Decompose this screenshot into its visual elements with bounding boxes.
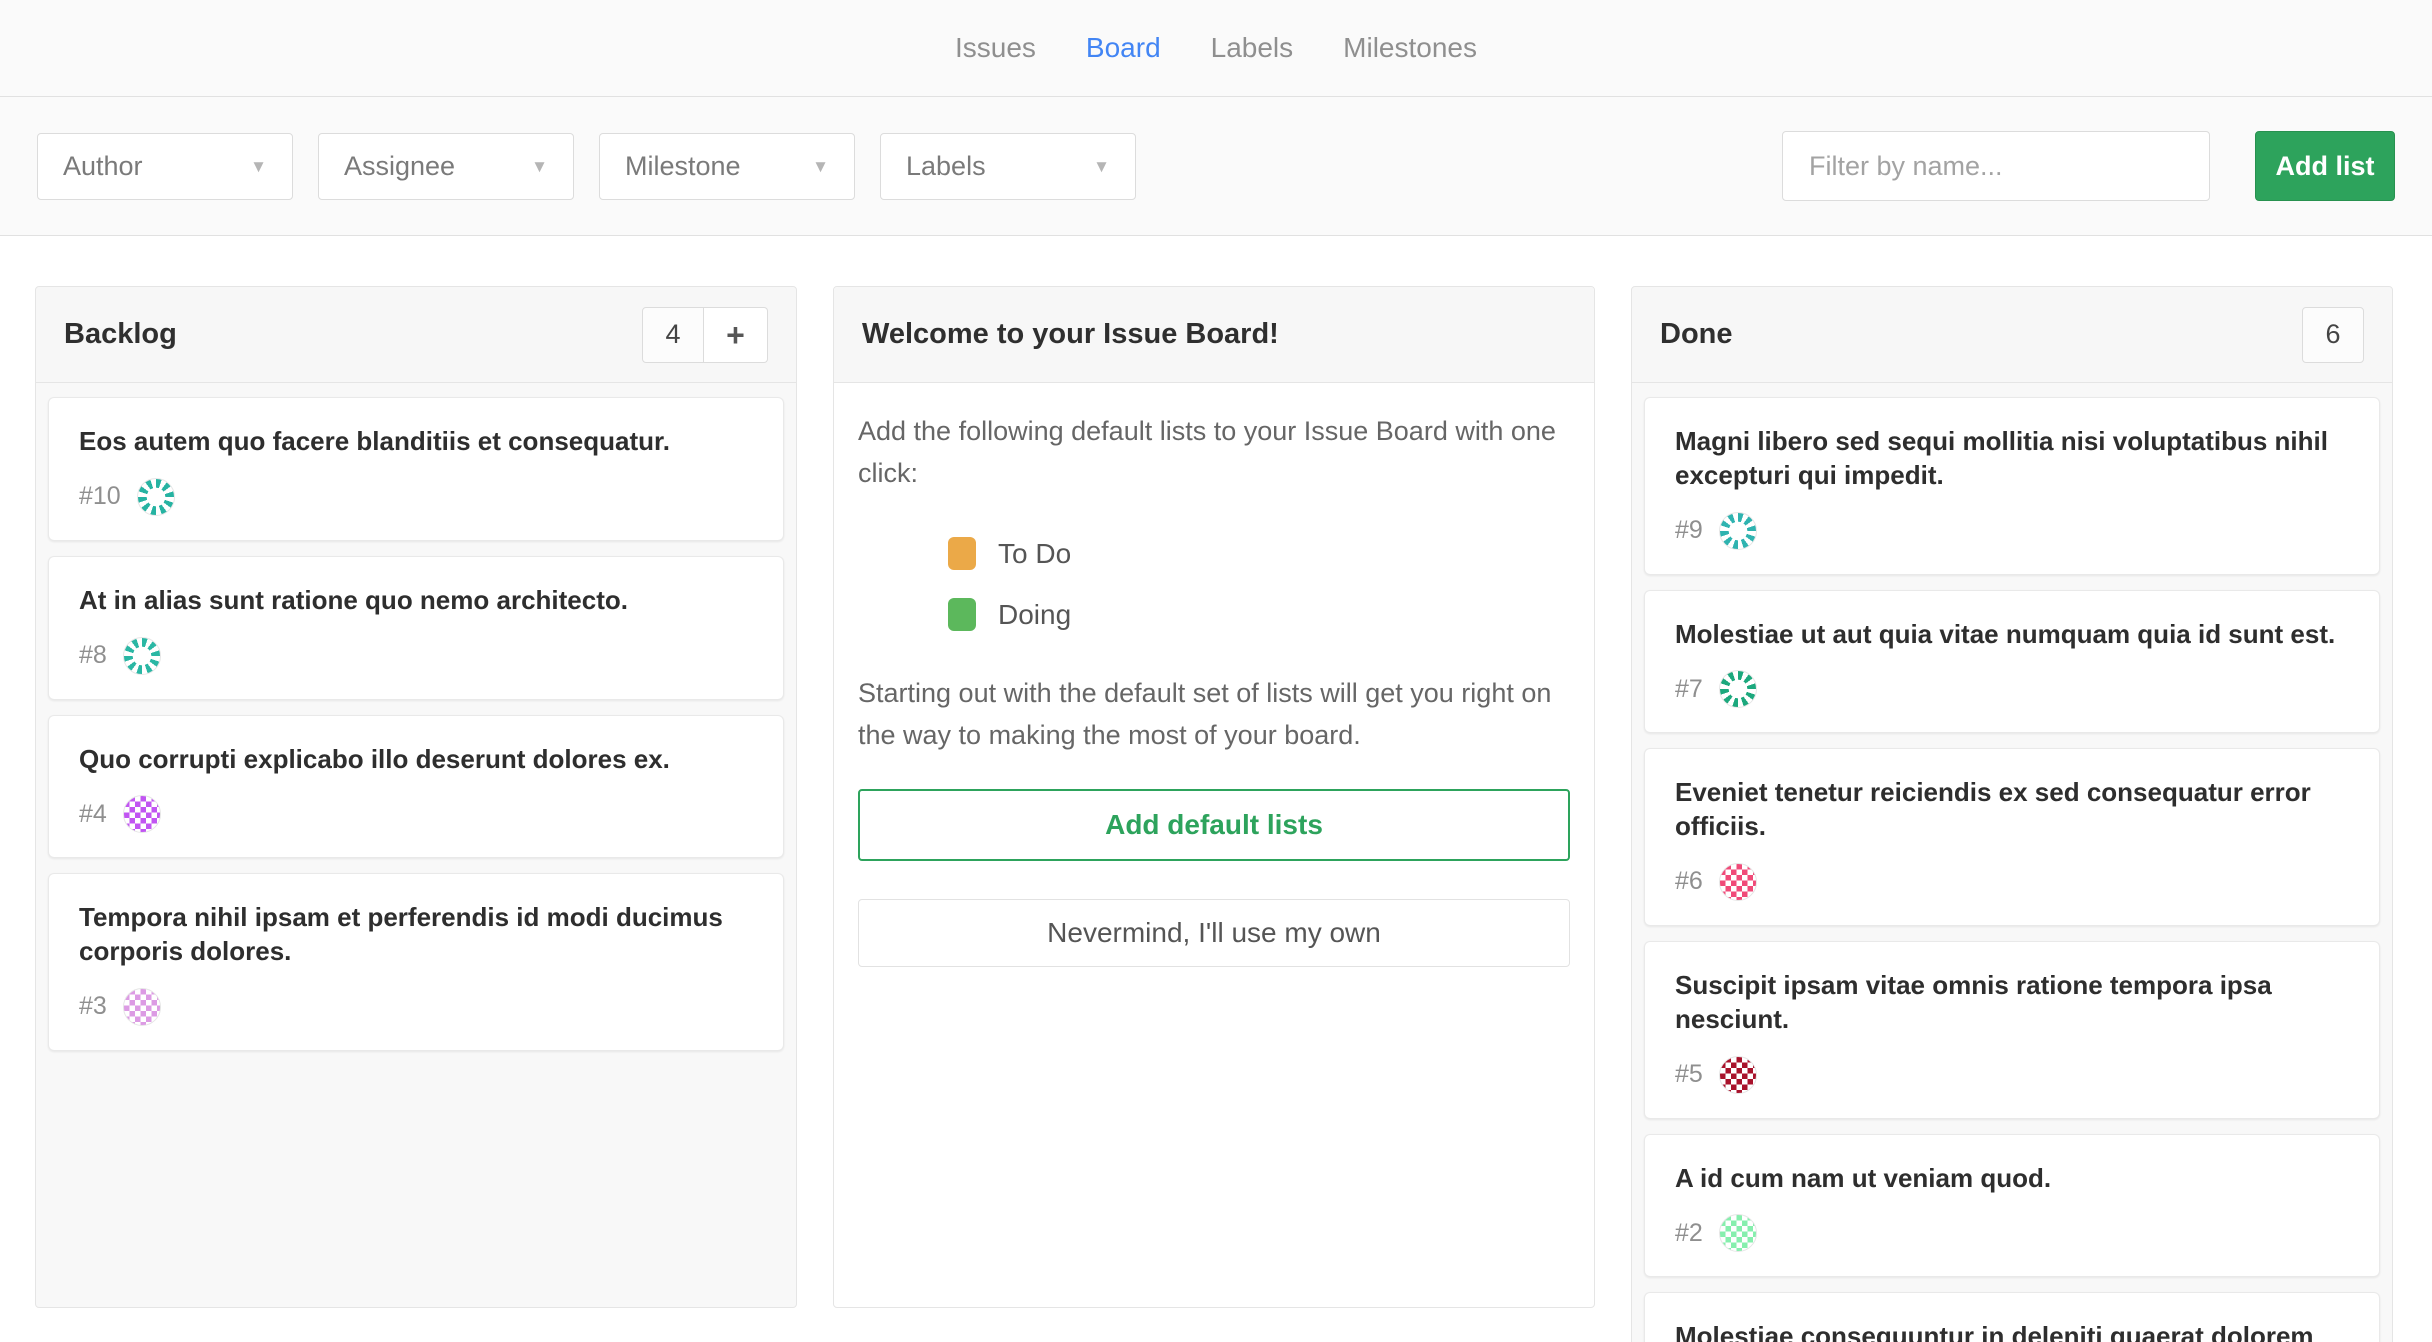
tab-labels[interactable]: Labels xyxy=(1209,26,1296,70)
issue-card-title: A id cum nam ut veniam quod. xyxy=(1675,1162,2349,1196)
welcome-intro-text: Add the following default lists to your … xyxy=(858,411,1570,495)
issue-count-badge: 6 xyxy=(2302,307,2364,363)
issue-card-meta: #5 xyxy=(1675,1056,2349,1094)
assignee-avatar xyxy=(123,988,161,1026)
issue-number: #8 xyxy=(79,641,107,670)
issue-card[interactable]: Suscipit ipsam vitae omnis ratione tempo… xyxy=(1644,941,2380,1119)
issue-card[interactable]: Molestiae ut aut quia vitae numquam quia… xyxy=(1644,590,2380,734)
issue-card[interactable]: Eveniet tenetur reiciendis ex sed conseq… xyxy=(1644,748,2380,926)
issue-card[interactable]: Tempora nihil ipsam et perferendis id mo… xyxy=(48,873,784,1051)
welcome-footer-text: Starting out with the default set of lis… xyxy=(858,673,1570,757)
tab-issues[interactable]: Issues xyxy=(953,26,1038,70)
issue-card-meta: #10 xyxy=(79,478,753,516)
tab-board[interactable]: Board xyxy=(1084,26,1163,70)
assignee-avatar xyxy=(1719,512,1757,550)
default-list-label: Doing xyxy=(998,593,1071,636)
issue-card-title: Molestiae consequuntur in deleniti quaer… xyxy=(1675,1320,2349,1342)
chevron-down-icon: ▼ xyxy=(1093,158,1110,175)
project-sub-nav: Issues Board Labels Milestones xyxy=(0,0,2432,97)
author-filter-label: Author xyxy=(63,151,143,182)
nevermind-button[interactable]: Nevermind, I'll use my own xyxy=(858,899,1570,967)
default-list-label: To Do xyxy=(998,532,1071,575)
board-list-backlog: Backlog 4 + Eos autem quo facere blandit… xyxy=(35,286,797,1308)
milestone-filter-label: Milestone xyxy=(625,151,741,182)
issue-card-meta: #3 xyxy=(79,988,753,1026)
issue-number: #7 xyxy=(1675,675,1703,704)
issue-card[interactable]: Quo corrupti explicabo illo deserunt dol… xyxy=(48,715,784,859)
chevron-down-icon: ▼ xyxy=(531,158,548,175)
issue-number: #3 xyxy=(79,992,107,1021)
chevron-down-icon: ▼ xyxy=(250,158,267,175)
assignee-avatar xyxy=(123,795,161,833)
author-filter-dropdown[interactable]: Author ▼ xyxy=(37,133,293,200)
issue-card-meta: #9 xyxy=(1675,512,2349,550)
assignee-avatar xyxy=(123,637,161,675)
issue-card-title: At in alias sunt ratione quo nemo archit… xyxy=(79,584,753,618)
assignee-avatar xyxy=(1719,1214,1757,1252)
todo-label-color-swatch xyxy=(948,537,976,570)
labels-filter-label: Labels xyxy=(906,151,986,182)
chevron-down-icon: ▼ xyxy=(812,158,829,175)
assignee-avatar xyxy=(1719,863,1757,901)
issue-card[interactable]: At in alias sunt ratione quo nemo archit… xyxy=(48,556,784,700)
issue-card-title: Eveniet tenetur reiciendis ex sed conseq… xyxy=(1675,776,2349,844)
issue-number: #6 xyxy=(1675,867,1703,896)
issue-card-meta: #6 xyxy=(1675,863,2349,901)
issue-board: Backlog 4 + Eos autem quo facere blandit… xyxy=(0,236,2432,1342)
issue-card-meta: #4 xyxy=(79,795,753,833)
tab-milestones[interactable]: Milestones xyxy=(1341,26,1479,70)
issue-number: #2 xyxy=(1675,1219,1703,1248)
default-list-item: Doing xyxy=(858,584,1570,645)
issue-card-title: Suscipit ipsam vitae omnis ratione tempo… xyxy=(1675,969,2349,1037)
issue-card-title: Quo corrupti explicabo illo deserunt dol… xyxy=(79,743,753,777)
assignee-filter-label: Assignee xyxy=(344,151,455,182)
issue-number: #5 xyxy=(1675,1060,1703,1089)
issue-card-meta: #7 xyxy=(1675,670,2349,708)
done-list-header: Done 6 xyxy=(1632,287,2392,383)
filter-by-name-input[interactable] xyxy=(1782,131,2210,201)
assignee-avatar xyxy=(1719,670,1757,708)
add-list-button[interactable]: Add list xyxy=(2255,131,2395,201)
welcome-title: Welcome to your Issue Board! xyxy=(862,318,1279,351)
welcome-list-header: Welcome to your Issue Board! xyxy=(834,287,1594,383)
issue-card-meta: #8 xyxy=(79,637,753,675)
issue-number: #9 xyxy=(1675,516,1703,545)
backlog-header-controls: 4 + xyxy=(642,307,768,363)
issue-card-title: Molestiae ut aut quia vitae numquam quia… xyxy=(1675,618,2349,652)
assignee-avatar xyxy=(137,478,175,516)
labels-filter-dropdown[interactable]: Labels ▼ xyxy=(880,133,1136,200)
welcome-body: Add the following default lists to your … xyxy=(834,383,1594,967)
backlog-card-list: Eos autem quo facere blanditiis et conse… xyxy=(36,383,796,1071)
board-list-welcome: Welcome to your Issue Board! Add the fol… xyxy=(833,286,1595,1308)
done-card-list: Magni libero sed sequi mollitia nisi vol… xyxy=(1632,383,2392,1342)
issue-number: #4 xyxy=(79,800,107,829)
default-lists: To Do Doing xyxy=(858,523,1570,646)
add-issue-button[interactable]: + xyxy=(704,307,768,363)
issue-count-badge: 4 xyxy=(642,307,704,363)
issue-card[interactable]: Eos autem quo facere blanditiis et conse… xyxy=(48,397,784,541)
list-title: Backlog xyxy=(64,318,177,351)
issue-card[interactable]: Molestiae consequuntur in deleniti quaer… xyxy=(1644,1292,2380,1342)
issue-number: #10 xyxy=(79,482,121,511)
default-list-item: To Do xyxy=(858,523,1570,584)
issue-card[interactable]: Magni libero sed sequi mollitia nisi vol… xyxy=(1644,397,2380,575)
issue-card-title: Magni libero sed sequi mollitia nisi vol… xyxy=(1675,425,2349,493)
backlog-list-header: Backlog 4 + xyxy=(36,287,796,383)
add-default-lists-button[interactable]: Add default lists xyxy=(858,789,1570,861)
issue-card-meta: #2 xyxy=(1675,1214,2349,1252)
milestone-filter-dropdown[interactable]: Milestone ▼ xyxy=(599,133,855,200)
plus-icon: + xyxy=(726,317,745,353)
list-title: Done xyxy=(1660,318,1733,351)
board-filter-bar: Author ▼ Assignee ▼ Milestone ▼ Labels ▼… xyxy=(0,97,2432,236)
issue-card-title: Eos autem quo facere blanditiis et conse… xyxy=(79,425,753,459)
board-list-done: Done 6 Magni libero sed sequi mollitia n… xyxy=(1631,286,2393,1342)
issue-card[interactable]: A id cum nam ut veniam quod. #2 xyxy=(1644,1134,2380,1278)
issue-card-title: Tempora nihil ipsam et perferendis id mo… xyxy=(79,901,753,969)
assignee-avatar xyxy=(1719,1056,1757,1094)
doing-label-color-swatch xyxy=(948,598,976,631)
assignee-filter-dropdown[interactable]: Assignee ▼ xyxy=(318,133,574,200)
